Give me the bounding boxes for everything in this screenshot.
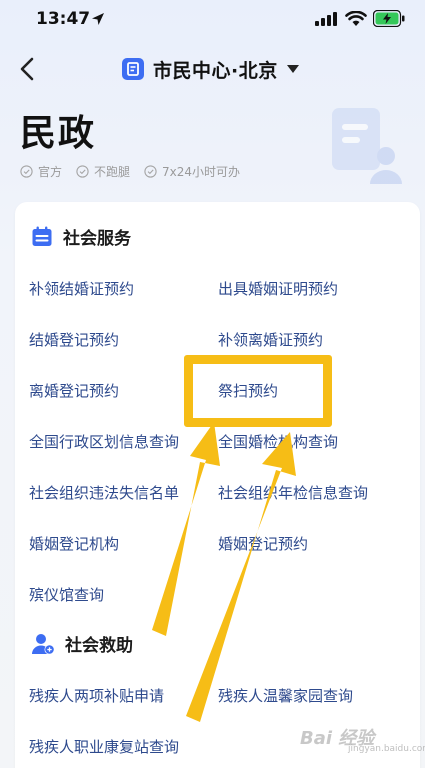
service-link[interactable]: 残疾人温馨家园查询 bbox=[218, 685, 353, 706]
service-link[interactable]: 社会组织年检信息查询 bbox=[218, 482, 368, 503]
status-bar: 13:47 bbox=[0, 0, 425, 40]
service-link[interactable]: 残疾人职业康复站查询 bbox=[29, 736, 179, 757]
document-person-illustration-icon bbox=[332, 108, 402, 184]
service-link[interactable]: 补领离婚证预约 bbox=[218, 329, 323, 350]
services-card: 社会服务 补领结婚证预约 出具婚姻证明预约 结婚登记预约 补领离婚证预约 离婚登… bbox=[15, 202, 420, 768]
battery-charging-icon bbox=[373, 10, 405, 27]
nav-bar: 市民中心·北京 bbox=[0, 44, 425, 92]
service-link[interactable]: 补领结婚证预约 bbox=[29, 278, 134, 299]
citizen-center-logo-icon bbox=[122, 58, 144, 80]
cellular-signal-icon bbox=[315, 12, 337, 26]
tag-label: 不跑腿 bbox=[94, 165, 131, 179]
check-circle-icon bbox=[144, 165, 157, 178]
section-social-assistance: 社会救助 bbox=[31, 631, 133, 656]
wifi-icon bbox=[345, 11, 367, 26]
section-title: 社会服务 bbox=[63, 229, 131, 249]
service-link[interactable]: 殡仪馆查询 bbox=[29, 584, 104, 605]
tag-24h: 7x24小时可办 bbox=[144, 163, 240, 180]
check-circle-icon bbox=[76, 165, 89, 178]
service-link[interactable]: 结婚登记预约 bbox=[29, 329, 119, 350]
calendar-icon bbox=[32, 226, 52, 246]
service-link[interactable]: 全国婚检机构查询 bbox=[218, 431, 338, 452]
tag-official: 官方 bbox=[20, 163, 62, 180]
service-link[interactable]: 出具婚姻证明预约 bbox=[218, 278, 338, 299]
person-plus-icon bbox=[32, 633, 55, 654]
section-title: 社会救助 bbox=[65, 636, 133, 656]
check-circle-icon bbox=[20, 165, 33, 178]
service-link[interactable]: 全国行政区划信息查询 bbox=[29, 431, 179, 452]
section-social-services: 社会服务 bbox=[31, 224, 131, 249]
dropdown-caret-icon bbox=[286, 65, 299, 73]
service-link[interactable]: 离婚登记预约 bbox=[29, 380, 119, 401]
service-link-tomb-sweeping[interactable]: 祭扫预约 bbox=[218, 380, 278, 401]
service-link[interactable]: 残疾人两项补贴申请 bbox=[29, 685, 164, 706]
service-link[interactable]: 婚姻登记机构 bbox=[29, 533, 119, 554]
city-selector[interactable]: 市民中心·北京 bbox=[122, 56, 299, 82]
page-title: 民政 bbox=[20, 113, 97, 154]
service-link[interactable]: 社会组织违法失信名单 bbox=[29, 482, 179, 503]
location-arrow-icon bbox=[92, 13, 104, 25]
status-time: 13:47 bbox=[36, 9, 91, 29]
tag-label: 7x24小时可办 bbox=[162, 165, 241, 179]
service-link[interactable]: 婚姻登记预约 bbox=[218, 533, 308, 554]
tag-label: 官方 bbox=[38, 165, 63, 179]
service-tags: 官方 不跑腿 7x24小时可办 bbox=[20, 163, 240, 180]
nav-title: 市民中心·北京 bbox=[153, 59, 278, 82]
back-arrow-icon[interactable] bbox=[12, 53, 44, 85]
tag-no-running: 不跑腿 bbox=[76, 163, 130, 180]
